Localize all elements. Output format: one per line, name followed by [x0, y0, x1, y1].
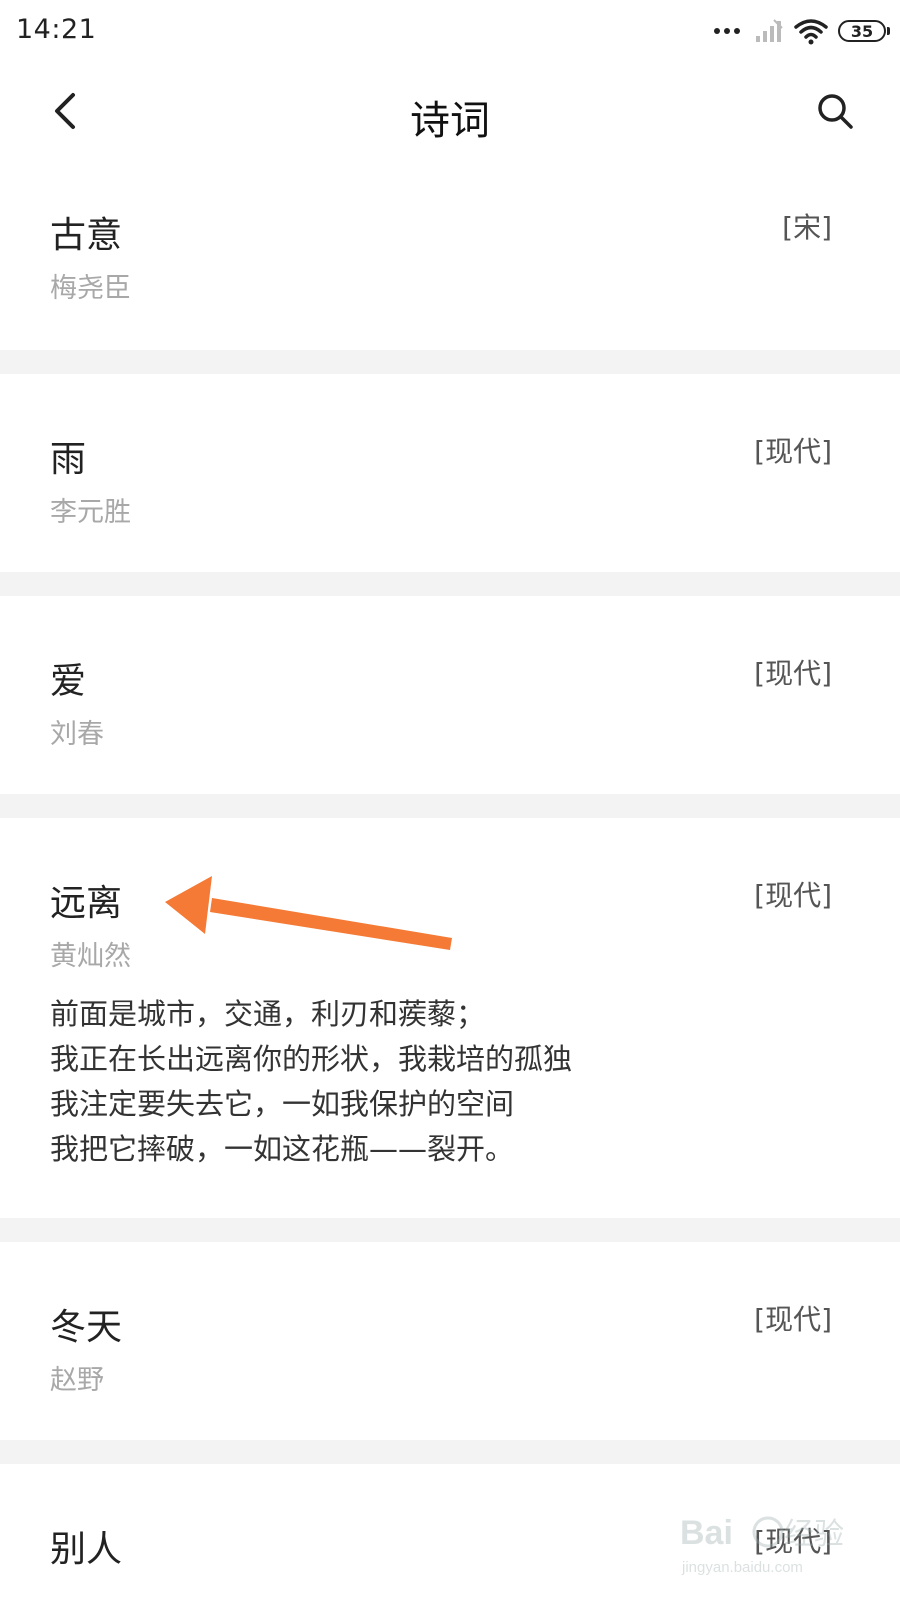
search-button[interactable]: [810, 86, 860, 136]
status-time: 14:21: [16, 14, 97, 45]
list-divider: [0, 1440, 900, 1464]
status-icons: 35: [714, 14, 890, 48]
poem-title: 远离: [50, 883, 123, 924]
cellular-signal-icon: [756, 19, 783, 42]
poem-list: 古意 梅尧臣 [宋] 雨 李元胜 [现代] 爱 刘春 [现代] 远离 黄灿然 […: [0, 170, 900, 1604]
poem-author: 梅尧臣: [50, 273, 131, 304]
svg-text:jingyan.baidu.com: jingyan.baidu.com: [681, 1559, 803, 1576]
svg-text:经验: 经验: [784, 1518, 844, 1551]
poem-author: 赵野: [50, 1365, 104, 1396]
poem-card-1[interactable]: 古意 梅尧臣 [宋]: [0, 170, 900, 350]
nav-bar: 诗词: [0, 62, 900, 170]
baidu-watermark-logo: Bai 经验 jingyan.baidu.com: [680, 1514, 844, 1576]
poem-dynasty: [现代]: [754, 435, 832, 468]
page-title: 诗词: [410, 98, 490, 144]
poem-card-2[interactable]: 雨 李元胜 [现代]: [0, 374, 900, 572]
poem-title: 雨: [50, 439, 87, 480]
excerpt-line: 我正在长出远离你的形状，我栽培的孤独: [50, 1042, 573, 1076]
more-dots-icon: [714, 28, 740, 34]
poem-title: 爱: [50, 661, 87, 702]
poem-dynasty: [现代]: [754, 1303, 832, 1336]
poem-title: 别人: [50, 1529, 123, 1570]
excerpt-line: 我把它摔破，一如这花瓶——裂开。: [50, 1132, 515, 1166]
list-divider: [0, 794, 900, 818]
poem-author: 李元胜: [50, 497, 131, 528]
poem-card-5[interactable]: 冬天 赵野 [现代]: [0, 1242, 900, 1440]
poem-title: 冬天: [50, 1307, 123, 1348]
excerpt-line: 前面是城市，交通，利刃和蒺藜；: [50, 997, 486, 1031]
list-divider: [0, 350, 900, 374]
poem-card-3[interactable]: 爱 刘春 [现代]: [0, 596, 900, 794]
poem-dynasty: [现代]: [754, 657, 832, 690]
search-icon: [818, 94, 853, 129]
list-divider: [0, 1218, 900, 1242]
list-divider: [0, 572, 900, 596]
status-bar: 14:21 35: [0, 0, 900, 62]
svg-text:Bai: Bai: [680, 1514, 733, 1552]
excerpt-line: 我注定要失去它，一如我保护的空间: [50, 1087, 515, 1121]
poem-card-4[interactable]: 远离 黄灿然 [现代] 前面是城市，交通，利刃和蒺藜； 我正在长出远离你的形状，…: [0, 818, 900, 1218]
poem-author: 刘春: [50, 719, 104, 750]
wifi-icon: [794, 19, 828, 45]
poem-dynasty: [现代]: [754, 879, 832, 912]
battery-icon: 35: [838, 20, 890, 42]
poem-title: 古意: [50, 215, 123, 256]
poem-dynasty: [宋]: [782, 211, 832, 244]
poem-excerpt: 前面是城市，交通，利刃和蒺藜； 我正在长出远离你的形状，我栽培的孤独 我注定要失…: [50, 992, 750, 1172]
poem-author: 黄灿然: [50, 941, 131, 972]
